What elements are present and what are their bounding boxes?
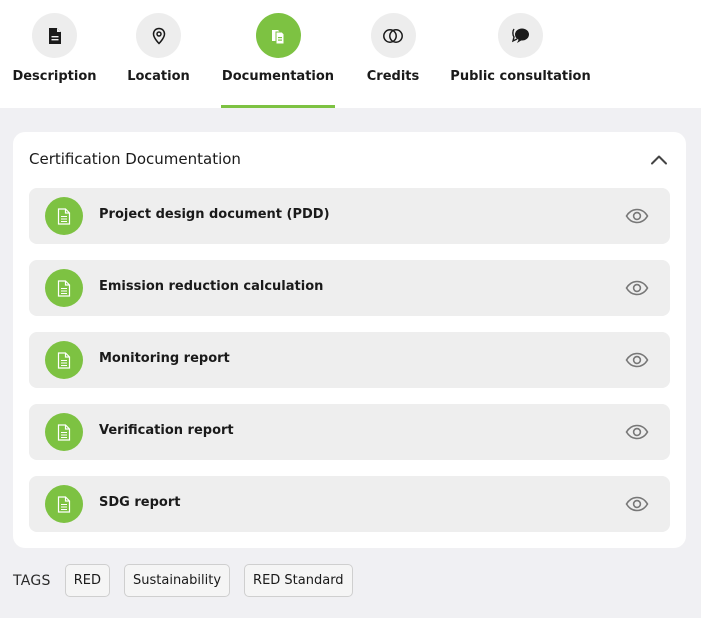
tags-label: TAGS bbox=[13, 572, 51, 589]
tab-credits-label: Credits bbox=[366, 69, 420, 84]
file-text-icon bbox=[45, 485, 83, 523]
file-text-icon bbox=[45, 341, 83, 379]
view-document-button[interactable] bbox=[624, 422, 650, 442]
view-document-button[interactable] bbox=[624, 494, 650, 514]
certification-documentation-card: Certification Documentation Project desi… bbox=[13, 132, 686, 548]
credits-icon bbox=[370, 13, 416, 58]
tab-bar: Description Location Documentation Credi… bbox=[0, 0, 701, 108]
location-pin-icon bbox=[136, 13, 181, 58]
tab-documentation-label: Documentation bbox=[221, 69, 335, 84]
document-row[interactable]: Verification report bbox=[29, 404, 670, 460]
chevron-up-icon bbox=[651, 155, 667, 164]
active-tab-indicator bbox=[221, 105, 335, 108]
chat-bubbles-icon bbox=[498, 13, 543, 58]
view-document-button[interactable] bbox=[624, 278, 650, 298]
document-label: Project design document (PDD) bbox=[99, 207, 330, 222]
collapse-button[interactable] bbox=[650, 152, 668, 166]
tab-location[interactable]: Location bbox=[127, 0, 190, 108]
tag-chip[interactable]: Sustainability bbox=[124, 564, 231, 597]
documents-icon bbox=[255, 13, 301, 58]
eye-icon bbox=[625, 496, 649, 512]
document-row[interactable]: Emission reduction calculation bbox=[29, 260, 670, 316]
eye-icon bbox=[625, 208, 649, 224]
file-text-icon bbox=[45, 413, 83, 451]
document-label: Verification report bbox=[99, 423, 234, 438]
tab-description-label: Description bbox=[12, 69, 97, 84]
file-text-icon bbox=[45, 269, 83, 307]
tab-credits[interactable]: Credits bbox=[367, 0, 419, 108]
tab-description[interactable]: Description bbox=[12, 0, 97, 108]
eye-icon bbox=[625, 352, 649, 368]
tab-location-label: Location bbox=[127, 69, 190, 84]
view-document-button[interactable] bbox=[624, 350, 650, 370]
tab-public-consultation-label: Public consultation bbox=[450, 69, 591, 84]
document-label: SDG report bbox=[99, 495, 181, 510]
view-document-button[interactable] bbox=[624, 206, 650, 226]
section-title: Certification Documentation bbox=[29, 150, 241, 168]
eye-icon bbox=[625, 280, 649, 296]
document-row[interactable]: SDG report bbox=[29, 476, 670, 532]
tab-public-consultation[interactable]: Public consultation bbox=[450, 0, 591, 108]
tags-section: TAGS RED Sustainability RED Standard bbox=[13, 564, 367, 597]
tag-chip[interactable]: RED bbox=[64, 564, 110, 597]
document-label: Monitoring report bbox=[99, 351, 230, 366]
eye-icon bbox=[625, 424, 649, 440]
document-label: Emission reduction calculation bbox=[99, 279, 324, 294]
document-row[interactable]: Project design document (PDD) bbox=[29, 188, 670, 244]
document-icon bbox=[32, 13, 77, 58]
file-text-icon bbox=[45, 197, 83, 235]
tab-documentation[interactable]: Documentation bbox=[221, 0, 335, 108]
tag-chip[interactable]: RED Standard bbox=[244, 564, 353, 597]
document-row[interactable]: Monitoring report bbox=[29, 332, 670, 388]
